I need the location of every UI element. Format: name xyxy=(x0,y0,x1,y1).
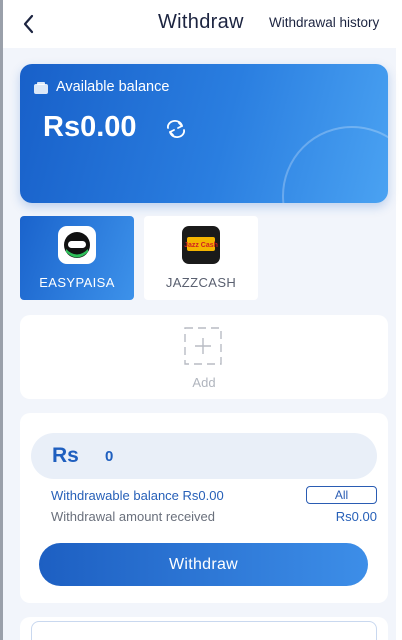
amount-received-value: Rs0.00 xyxy=(335,509,377,524)
method-label-jazzcash: JAZZCASH xyxy=(165,275,237,290)
decorative-circle xyxy=(282,126,388,203)
bottom-card-inner xyxy=(31,621,377,640)
chevron-left-icon[interactable] xyxy=(19,12,39,36)
add-account-card: Add xyxy=(20,315,388,399)
balance-card: Available balance Rs0.00 xyxy=(20,64,388,203)
method-label-easypaisa: EASYPAISA xyxy=(39,275,115,290)
withdrawal-history-link[interactable]: Withdrawal history xyxy=(269,15,379,30)
withdrawable-balance: Withdrawable balance Rs0.00 xyxy=(51,488,224,503)
method-jazzcash[interactable]: Jazz Cash JAZZCASH xyxy=(144,216,258,300)
bottom-card xyxy=(20,617,388,640)
amount-received-label: Withdrawal amount received xyxy=(51,509,216,524)
available-balance-amount: Rs0.00 xyxy=(43,111,137,143)
amount-input[interactable] xyxy=(105,443,355,469)
withdraw-form-card: Rs Withdrawable balance Rs0.00 All Withd… xyxy=(20,413,388,603)
plus-icon[interactable] xyxy=(184,327,222,365)
add-label: Add xyxy=(192,375,216,390)
page-title: Withdraw xyxy=(158,11,244,33)
easypaisa-logo xyxy=(58,226,96,264)
right-edge xyxy=(396,0,402,640)
amount-field: Rs xyxy=(31,433,377,479)
method-easypaisa[interactable]: EASYPAISA xyxy=(20,216,134,300)
withdraw-button[interactable]: Withdraw xyxy=(39,543,368,586)
top-header: Withdraw Withdrawal history xyxy=(3,0,396,48)
jazzcash-logo: Jazz Cash xyxy=(182,226,220,264)
all-button[interactable]: All xyxy=(306,486,377,504)
wallet-icon xyxy=(34,82,48,94)
svg-text:Jazz Cash: Jazz Cash xyxy=(184,242,218,249)
currency-label: Rs xyxy=(52,444,79,467)
refresh-icon[interactable] xyxy=(164,119,188,139)
left-edge xyxy=(0,0,3,640)
available-balance-label: Available balance xyxy=(56,79,170,95)
